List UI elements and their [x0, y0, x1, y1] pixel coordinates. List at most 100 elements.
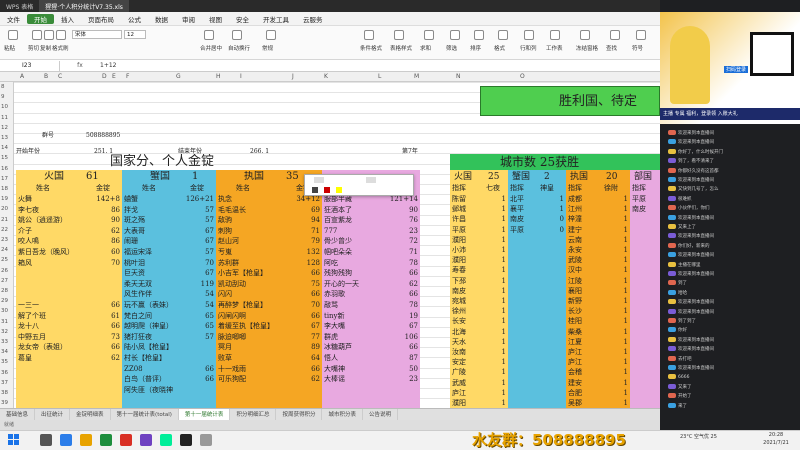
roster-name[interactable]: 解了个班: [18, 311, 90, 321]
city-cell[interactable]: [540, 306, 564, 316]
ribbon-button[interactable]: 自动换行: [228, 44, 258, 52]
group-value[interactable]: 508888895: [86, 130, 136, 140]
roster-name[interactable]: 赵山河: [218, 236, 290, 246]
row-header-cell[interactable]: 34: [1, 349, 8, 355]
roster-gold[interactable]: 66: [388, 289, 418, 299]
city-cell[interactable]: [632, 327, 658, 337]
row-header-cell[interactable]: 31: [1, 319, 8, 325]
city-col-header[interactable]: 指挥: [452, 183, 484, 193]
roster-gold[interactable]: 70: [90, 258, 120, 268]
city-cell[interactable]: 濮阳: [452, 235, 482, 245]
roster-gold[interactable]: 70: [184, 258, 214, 268]
roster-gold[interactable]: 66: [290, 268, 320, 278]
faction-name[interactable]: 蟹国: [150, 171, 190, 183]
victory-header[interactable]: 胜利国、待定: [480, 86, 660, 116]
city-faction-name[interactable]: 蟹国: [512, 171, 538, 183]
year-count[interactable]: 第7年: [402, 146, 432, 156]
city-cell[interactable]: 建安: [568, 378, 600, 388]
roster-gold[interactable]: [90, 395, 120, 405]
roster-gold[interactable]: [184, 342, 214, 352]
ribbon-button[interactable]: 表格样式: [390, 44, 420, 52]
city-cell[interactable]: [632, 296, 658, 306]
city-cell[interactable]: 庐江: [452, 388, 482, 398]
menu-item-9[interactable]: 开发工具: [256, 14, 296, 24]
city-cell[interactable]: [540, 378, 564, 388]
roster-name[interactable]: [18, 268, 90, 278]
fill-color-icon[interactable]: [336, 187, 342, 193]
sheet-tab-7[interactable]: 城市积分表: [322, 408, 363, 421]
roster-name[interactable]: 大表哥: [124, 226, 184, 236]
city-cell[interactable]: 陈留: [452, 194, 482, 204]
font-select-icon[interactable]: [314, 177, 324, 183]
city-cell[interactable]: [510, 255, 536, 265]
roster-gold[interactable]: 128: [290, 258, 320, 268]
city-cell[interactable]: [510, 357, 536, 367]
city-cell[interactable]: [510, 398, 536, 408]
city-col-header[interactable]: 指挥: [632, 183, 658, 193]
row-header-cell[interactable]: 25: [1, 257, 8, 263]
city-cell[interactable]: 梓潼: [568, 214, 600, 224]
roster-gold[interactable]: [90, 279, 120, 289]
roster-name[interactable]: 毛毛温长: [218, 205, 290, 215]
roster-name[interactable]: 百宣紫龙: [324, 215, 388, 225]
ribbon-button[interactable]: 格式刷: [52, 44, 82, 52]
city-cell[interactable]: 1: [486, 388, 506, 398]
city-cell[interactable]: [540, 398, 564, 408]
row-header-cell[interactable]: 22: [1, 227, 8, 233]
roster-name[interactable]: 介子: [18, 226, 90, 236]
city-cell[interactable]: 下邳: [452, 276, 482, 286]
roster-name[interactable]: [18, 374, 90, 384]
city-cell[interactable]: [632, 276, 658, 286]
city-title[interactable]: 城市数 25获胜: [450, 154, 660, 170]
roster-name[interactable]: [324, 395, 388, 405]
roster-name[interactable]: 阿失匪（夜晓神: [124, 385, 184, 395]
roster-gold[interactable]: 66: [184, 364, 214, 374]
row-header-cell[interactable]: 14: [1, 145, 8, 151]
roster-gold[interactable]: 64: [290, 353, 320, 363]
row-header-cell[interactable]: 35: [1, 359, 8, 365]
roster-gold[interactable]: 75: [290, 279, 320, 289]
city-cell[interactable]: 汉中: [568, 265, 600, 275]
city-cell[interactable]: [632, 255, 658, 265]
city-cell[interactable]: [540, 337, 564, 347]
city-cell[interactable]: 1: [540, 194, 564, 204]
city-cell[interactable]: 平原: [632, 194, 658, 204]
city-cell[interactable]: 1: [486, 235, 506, 245]
faction-count[interactable]: 35: [286, 171, 306, 183]
faction-count[interactable]: 61: [86, 171, 106, 183]
group-label[interactable]: 群号: [42, 130, 72, 140]
city-cell[interactable]: 1: [486, 286, 506, 296]
city-cell[interactable]: [540, 296, 564, 306]
column-header-cell[interactable]: E: [112, 73, 116, 80]
city-cell[interactable]: 安定: [452, 357, 482, 367]
city-cell[interactable]: 1: [604, 347, 628, 357]
font-name-select[interactable]: 宋体: [72, 30, 122, 39]
row-header-cell[interactable]: 18: [1, 186, 8, 192]
menu-item-2[interactable]: 插入: [54, 14, 81, 24]
city-cell[interactable]: 小沛: [452, 245, 482, 255]
city-cell[interactable]: 1: [486, 255, 506, 265]
city-cell[interactable]: [632, 316, 658, 326]
roster-gold[interactable]: 66: [184, 374, 214, 384]
city-cell[interactable]: 1: [486, 378, 506, 388]
row-header-cell[interactable]: 17: [1, 176, 8, 182]
city-cell[interactable]: 1: [486, 337, 506, 347]
row-header-cell[interactable]: 8: [1, 84, 5, 90]
roster-name[interactable]: 姚公（逍遥游）: [18, 215, 90, 225]
roster-gold[interactable]: 67: [184, 268, 214, 278]
ribbon-button[interactable]: 合并居中: [200, 44, 230, 52]
city-cell[interactable]: [540, 327, 564, 337]
roster-gold[interactable]: [90, 289, 120, 299]
roster-gold[interactable]: 65: [184, 311, 214, 321]
roster-gold[interactable]: 60: [90, 247, 120, 257]
roster-name[interactable]: 群虎: [324, 332, 388, 342]
roster-name[interactable]: 大嘴神: [324, 364, 388, 374]
city-cell[interactable]: [632, 347, 658, 357]
roster-gold[interactable]: 66: [90, 321, 120, 331]
roster-gold[interactable]: 132: [290, 247, 320, 257]
city-cell[interactable]: 天水: [452, 337, 482, 347]
roster-name[interactable]: [18, 395, 90, 405]
roster-name[interactable]: 赤羽歌: [324, 289, 388, 299]
roster-gold[interactable]: 57: [184, 205, 214, 215]
formula-input[interactable]: 1+12: [100, 62, 116, 69]
